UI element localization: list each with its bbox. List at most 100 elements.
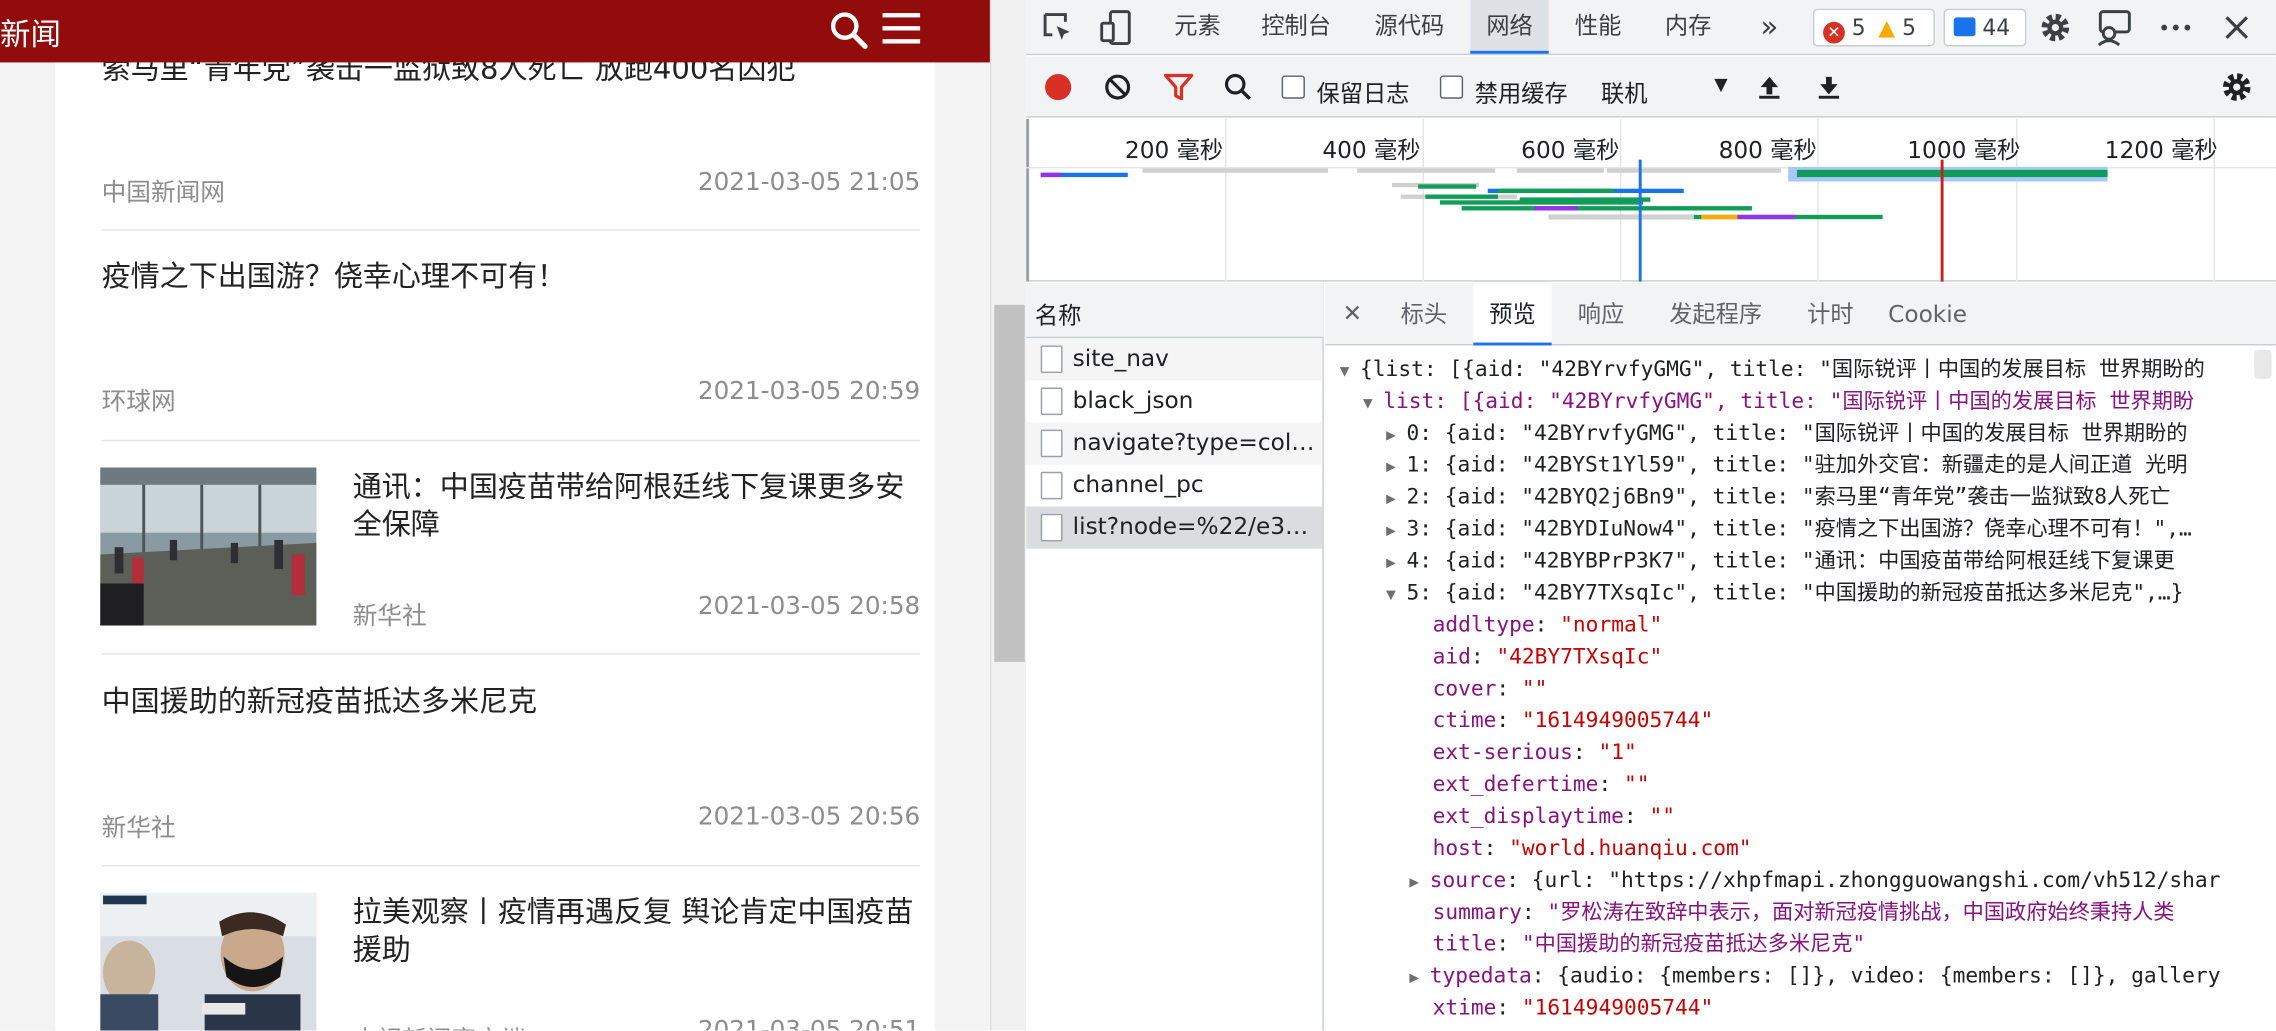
news-source: 中国新闻网 (101, 178, 225, 208)
name-column-header[interactable]: 名称 (1026, 283, 1324, 339)
collapsed-triangle-icon: ▶ (1386, 489, 1396, 509)
tab-performance[interactable]: 性能 (1560, 0, 1635, 54)
error-warning-badge[interactable]: ✕ 5 ▲ 5 (1812, 8, 1935, 47)
search-icon[interactable] (1224, 73, 1253, 102)
request-name: list?node=%22/e3p... (1072, 512, 1317, 540)
more-tabs-icon[interactable]: » (1752, 0, 1787, 54)
json-field-expandable[interactable]: ▶ typedata: {audio: {members: []}, video:… (1409, 961, 2220, 994)
tab-cookies[interactable]: Cookie (1880, 283, 1976, 345)
request-name: black_json (1072, 386, 1194, 414)
json-field: ext_defertime: "" (1432, 772, 1650, 797)
news-thumbnail[interactable] (100, 467, 317, 626)
collapsed-triangle-icon: ▶ (1386, 425, 1396, 445)
news-title[interactable]: 中国援助的新冠疫苗抵达多米尼克 (102, 682, 537, 721)
request-row[interactable]: site_nav (1026, 338, 1323, 381)
json-field: ctime: "1614949005744" (1432, 708, 1714, 734)
json-field: host: "world.huanqiu.com" (1432, 836, 1752, 861)
disable-cache-checkbox[interactable] (1439, 75, 1464, 99)
export-har-icon[interactable] (1814, 73, 1843, 102)
throttle-select[interactable]: 联机 ▼ (1589, 64, 1739, 110)
tab-initiator[interactable]: 发起程序 (1650, 283, 1781, 345)
request-name: site_nav (1072, 344, 1169, 372)
device-toolbar-icon[interactable] (1099, 9, 1134, 47)
messages-badge[interactable]: 44 (1943, 8, 2027, 47)
request-row-selected[interactable]: list?node=%22/e3p... (1026, 506, 1323, 549)
divider (101, 653, 921, 655)
request-row[interactable]: channel_pc (1026, 464, 1322, 506)
tab-console[interactable]: 控制台 (1250, 0, 1343, 54)
tab-network[interactable]: 网络 (1470, 0, 1549, 54)
json-field: ext_displaytime: "" (1432, 804, 1675, 829)
json-field-expandable[interactable]: ▶ source: {url: "https://xhpfmapi.zhonggu… (1409, 865, 2220, 898)
preserve-log-label[interactable]: 保留日志 (1317, 74, 1410, 109)
page-scrollbar[interactable] (989, 0, 1027, 1031)
news-time: 2021-03-05 20:51 (697, 1016, 921, 1031)
collapsed-triangle-icon: ▶ (1409, 872, 1420, 892)
menu-icon[interactable] (882, 12, 921, 47)
json-item-expanded[interactable]: ▼ 5: {aid: "42BY7TXsqIc", title: "中国援助的新冠… (1386, 578, 2183, 611)
timeline-tick: 200 毫秒 (1124, 136, 1224, 165)
preserve-log-checkbox[interactable] (1281, 75, 1305, 99)
close-icon[interactable] (2219, 10, 2254, 45)
json-item[interactable]: ▶ 2: {aid: "42BYQ2j6Bn9", title: "索马里“青年党… (1386, 482, 2170, 515)
news-title[interactable]: 疫情之下出国游？侥幸心理不可有！ (102, 257, 566, 296)
scrollbar-thumb[interactable] (994, 304, 1025, 662)
news-thumbnail[interactable] (100, 892, 317, 1031)
tab-memory[interactable]: 内存 (1650, 0, 1725, 54)
news-page: 索马里“青年党”袭击一监狱致8人死亡 放跑400名囚犯 中国新闻网 2021-0… (0, 0, 990, 1031)
preview-scrollbar[interactable] (2254, 349, 2272, 379)
divider (101, 439, 921, 442)
network-overview-timeline[interactable]: 200 毫秒 400 毫秒 600 毫秒 800 毫秒 1000 毫秒 1200… (1026, 119, 2276, 282)
request-row[interactable]: navigate?type=colu... (1026, 422, 1323, 465)
request-name: navigate?type=colu... (1072, 428, 1317, 456)
clear-icon[interactable] (1103, 73, 1132, 102)
news-title-line[interactable]: 援助 (353, 930, 411, 969)
json-item[interactable]: ▶ 3: {aid: "42BYDIuNow4", title: "疫情之下出国游… (1386, 514, 2192, 547)
news-title-line[interactable]: 全保障 (353, 505, 440, 544)
news-time: 2021-03-05 20:56 (697, 802, 921, 832)
more-options-icon[interactable] (2158, 10, 2193, 45)
json-root[interactable]: ▼ {list: [{aid: "42BYrvfyGMG", title: "国际… (1340, 354, 2205, 387)
close-detail-icon[interactable]: ✕ (1343, 299, 1362, 327)
file-icon (1040, 345, 1063, 374)
json-item[interactable]: ▶ 0: {aid: "42BYrvfyGMG", title: "国际锐评丨中国… (1386, 418, 2187, 451)
request-name: channel_pc (1072, 470, 1204, 498)
inspect-element-icon[interactable] (1041, 10, 1076, 45)
devtools-panel: 元素 控制台 源代码 网络 性能 内存 » ✕ 5 ▲ 5 44 保留日志 禁用… (1026, 0, 2276, 1031)
json-field: ext-serious: "1" (1432, 740, 1637, 765)
collapsed-triangle-icon: ▶ (1386, 521, 1396, 540)
request-list: 名称 site_nav black_json navigate?type=col… (1026, 283, 1324, 1031)
devtools-tabbar: 元素 控制台 源代码 网络 性能 内存 » ✕ 5 ▲ 5 44 (1026, 0, 2276, 56)
network-settings-icon[interactable] (2219, 70, 2254, 105)
tab-preview[interactable]: 预览 (1473, 283, 1552, 346)
news-source: 中视新闻客户端 (353, 1019, 526, 1030)
tab-timing[interactable]: 计时 (1793, 283, 1868, 345)
error-count: 5 (1851, 14, 1866, 41)
detail-tabbar: ✕ 标头 预览 响应 发起程序 计时 Cookie (1325, 283, 2276, 346)
file-icon (1040, 471, 1063, 500)
disable-cache-label[interactable]: 禁用缓存 (1475, 74, 1568, 109)
filter-icon[interactable] (1163, 73, 1195, 102)
load-marker (1940, 159, 1944, 282)
site-logo[interactable]: 新闻 (0, 12, 61, 56)
import-har-icon[interactable] (1755, 73, 1784, 102)
tab-response[interactable]: 响应 (1563, 283, 1638, 345)
news-source: 环球网 (101, 387, 176, 417)
json-field: aid: "42BY7TXsqIc" (1432, 644, 1663, 670)
news-title-line[interactable]: 通讯：中国疫苗带给阿根廷线下复课更多安 (353, 467, 905, 506)
tab-elements[interactable]: 元素 (1163, 0, 1233, 54)
settings-gear-icon[interactable] (2038, 10, 2073, 45)
json-list[interactable]: ▼ list: [{aid: "42BYrvfyGMG", title: "国际锐… (1363, 386, 2194, 419)
news-title-line[interactable]: 拉美观察丨疫情再遇反复 舆论肯定中国疫苗 (353, 893, 914, 932)
throttle-value: 联机 (1601, 79, 1648, 108)
tab-sources[interactable]: 源代码 (1363, 0, 1456, 54)
tab-headers[interactable]: 标头 (1386, 283, 1461, 345)
file-icon (1040, 513, 1063, 542)
json-item[interactable]: ▶ 4: {aid: "42BYBPrP3K7", title: "通讯：中国疫苗… (1386, 546, 2175, 579)
search-icon[interactable] (829, 10, 870, 51)
feedback-icon[interactable] (2096, 9, 2134, 47)
file-icon (1040, 387, 1063, 416)
json-item[interactable]: ▶ 1: {aid: "42BYSt1Yl59", title: "驻加外交官：新… (1386, 450, 2187, 483)
request-row[interactable]: black_json (1026, 380, 1322, 422)
record-icon[interactable] (1044, 73, 1073, 102)
